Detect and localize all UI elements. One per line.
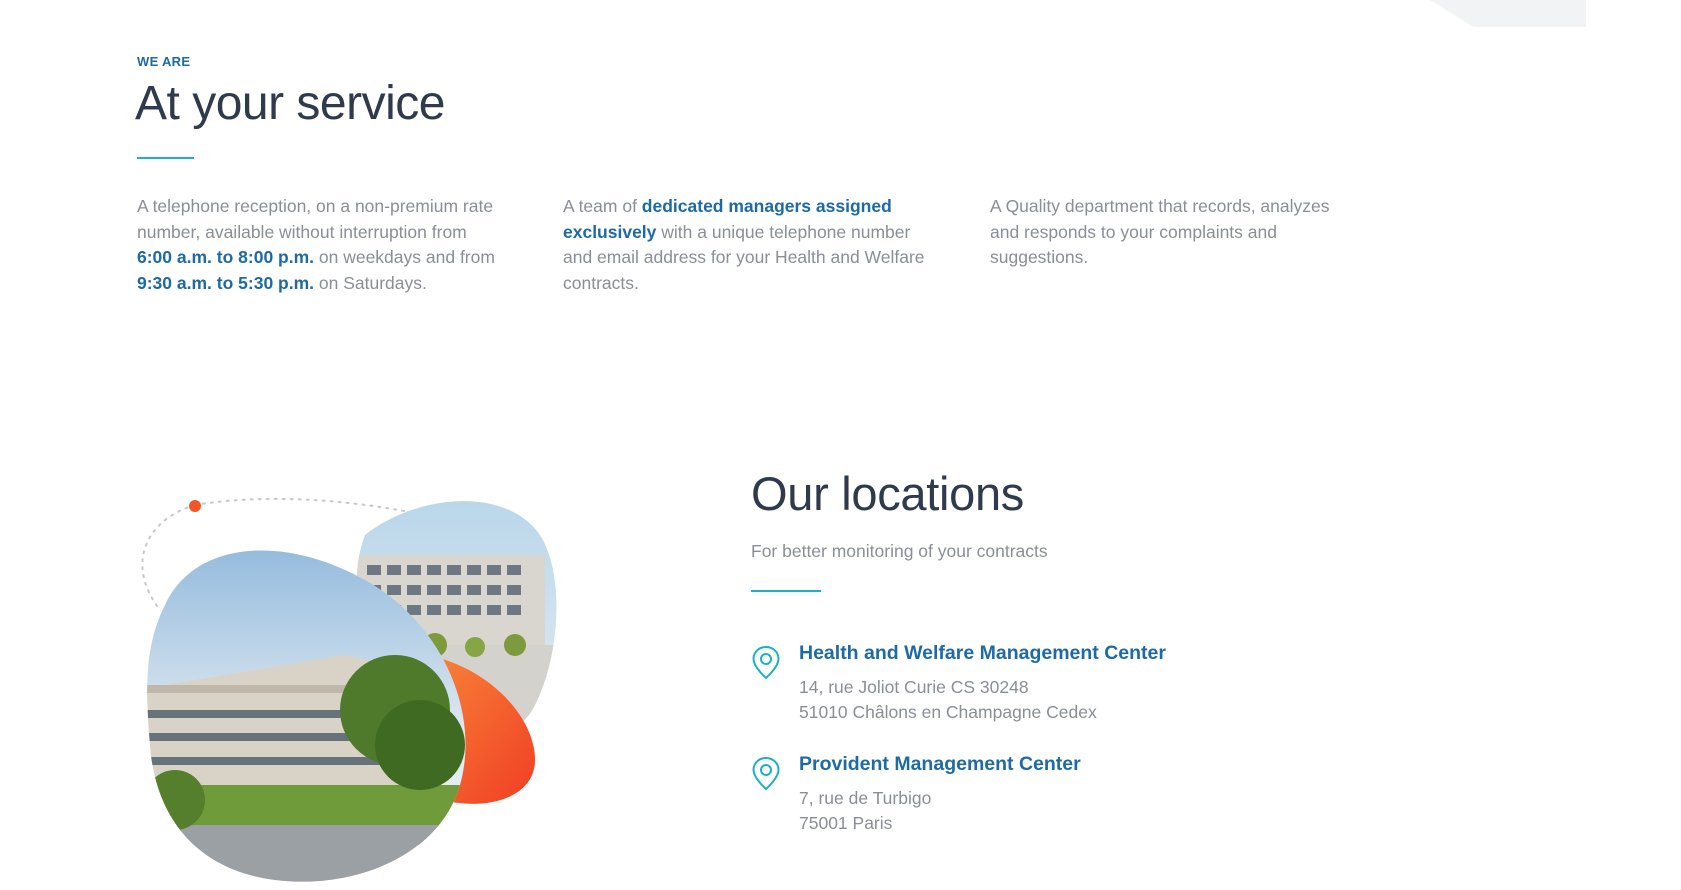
service-column-telephone: A telephone reception, on a non-premium … — [137, 196, 495, 293]
service-title: At your service — [135, 77, 445, 130]
location-name: Provident Management Center — [799, 753, 1081, 775]
service-eyebrow: WE ARE — [137, 54, 191, 69]
page: WE ARE At your service A telephone recep… — [0, 0, 1681, 890]
title-underline — [137, 157, 194, 159]
location-name: Health and Welfare Management Center — [799, 642, 1166, 664]
service-column-managers: A team of dedicated managers assigned ex… — [563, 196, 925, 293]
locations-title: Our locations — [751, 467, 1025, 520]
corner-decoration — [1430, 0, 1586, 27]
weekday-hours: 6:00 a.m. to 8:00 p.m. — [137, 247, 315, 267]
service-column-quality: A Quality department that records, analy… — [990, 196, 1330, 267]
location-city-line: 51010 Châlons en Champagne Cedex — [799, 702, 1097, 722]
location-address-line: 7, rue de Turbigo — [799, 788, 932, 808]
location-city-line: 75001 Paris — [799, 813, 893, 833]
locations-underline — [751, 590, 821, 592]
location-address-line: 14, rue Joliot Curie CS 30248 — [799, 677, 1029, 697]
location-pin-icon — [752, 756, 780, 791]
locations-subtitle: For better monitoring of your contracts — [751, 541, 1048, 561]
saturday-hours: 9:30 a.m. to 5:30 p.m. — [137, 272, 315, 293]
building-photo-illustration — [141, 497, 557, 882]
location-pin-icon — [752, 645, 780, 680]
